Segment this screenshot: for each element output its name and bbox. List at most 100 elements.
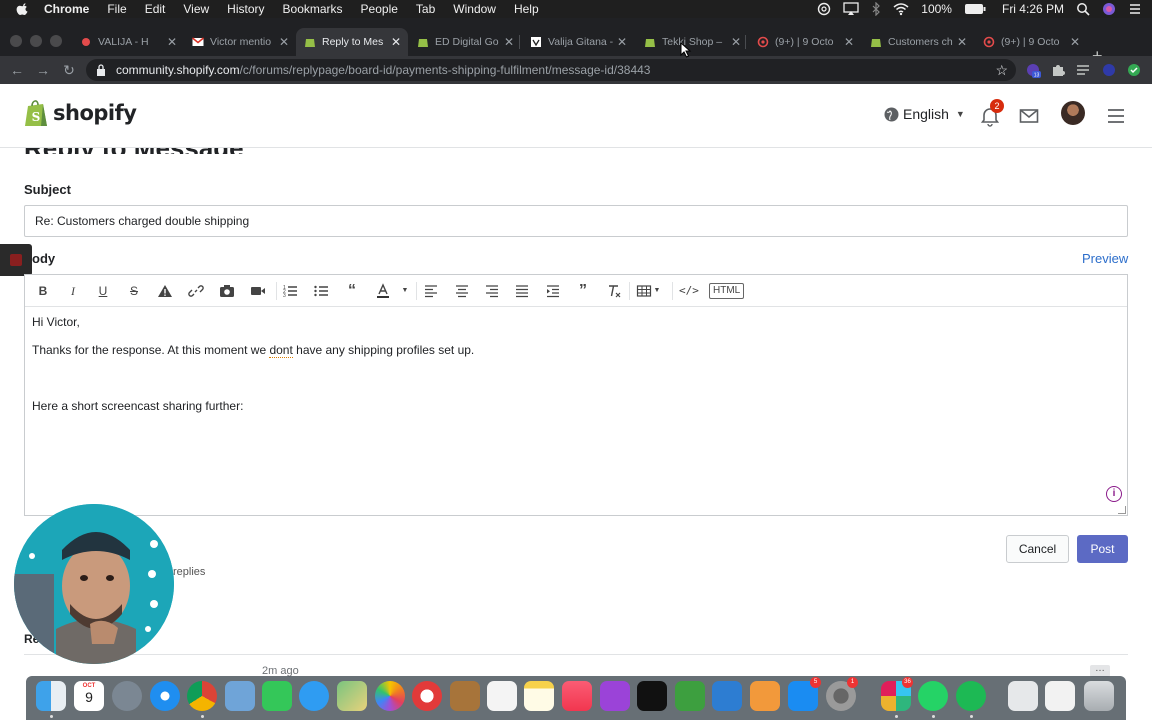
misspelled-word[interactable]: dont [269, 343, 293, 358]
shopify-logo[interactable]: S shopify [24, 99, 137, 127]
pages-icon[interactable] [750, 681, 780, 711]
battery-icon[interactable] [964, 3, 986, 15]
menu-help[interactable]: Help [514, 2, 539, 16]
back-arrow-icon[interactable]: ← [9, 62, 25, 78]
browser-tab[interactable]: ED Digital Go ✕ [409, 28, 521, 56]
spotlight-search-icon[interactable] [1076, 2, 1090, 16]
clear-formatting-icon[interactable] [606, 283, 622, 299]
browser-tab[interactable]: (9+) | 9 Octo ✕ [749, 28, 861, 56]
close-tab-icon[interactable]: ✕ [841, 35, 857, 49]
safari-compass-icon[interactable] [150, 681, 180, 711]
forward-arrow-icon[interactable]: → [35, 62, 51, 78]
browser-tab[interactable]: Tekki Shop – ✕ [636, 28, 748, 56]
whatsapp-icon[interactable] [918, 681, 948, 711]
address-bar[interactable]: community.shopify.com/c/forums/replypage… [86, 59, 1016, 81]
numbers-icon[interactable] [675, 681, 705, 711]
browser-tab[interactable]: Customers ch ✕ [862, 28, 974, 56]
text-color-icon[interactable] [375, 283, 391, 299]
recording-control[interactable] [0, 244, 32, 276]
subject-input[interactable]: Re: Customers charged double shipping [24, 205, 1128, 237]
calendar-icon[interactable]: OCT 9 [74, 681, 104, 711]
browser-tab[interactable]: VALIJA - H ✕ [72, 28, 184, 56]
browser-tab[interactable]: (9+) | 9 Octo ✕ [975, 28, 1087, 56]
airplay-icon[interactable] [843, 2, 859, 16]
stop-recording-icon[interactable] [10, 254, 22, 266]
close-tab-icon[interactable]: ✕ [388, 35, 404, 49]
menu-file[interactable]: File [107, 2, 126, 16]
notebook-icon[interactable] [450, 681, 480, 711]
user-avatar[interactable] [1061, 101, 1085, 125]
documents-stack-icon[interactable] [1045, 681, 1075, 711]
cancel-button[interactable]: Cancel [1006, 535, 1069, 563]
close-tab-icon[interactable]: ✕ [1067, 35, 1083, 49]
italic-icon[interactable]: I [65, 283, 81, 299]
preview-app-icon[interactable] [225, 681, 255, 711]
extension-green-icon[interactable] [1126, 62, 1142, 78]
browser-tab[interactable]: Victor mentio ✕ [184, 28, 296, 56]
menu-people[interactable]: People [361, 2, 398, 16]
podcasts-icon[interactable] [600, 681, 630, 711]
bluetooth-icon[interactable] [871, 2, 881, 16]
bookmark-star-icon[interactable]: ☆ [995, 62, 1008, 79]
extension-blue-icon[interactable] [1101, 62, 1117, 78]
link-icon[interactable] [188, 283, 204, 299]
menu-bookmarks[interactable]: Bookmarks [283, 2, 343, 16]
rich-text-editor[interactable]: B I U S 123 “ ▼ ” ▼ </> HTML Hi Victor, … [24, 274, 1128, 516]
close-tab-icon[interactable]: ✕ [728, 35, 744, 49]
keynote-icon[interactable] [712, 681, 742, 711]
source-code-icon[interactable]: </> [679, 283, 699, 299]
facetime-icon[interactable] [262, 681, 292, 711]
textedit-icon[interactable] [487, 681, 517, 711]
numbered-list-icon[interactable]: 123 [282, 283, 298, 299]
camera-icon[interactable] [219, 283, 235, 299]
window-minimize-button[interactable] [30, 35, 42, 47]
spoiler-warning-icon[interactable] [157, 283, 173, 299]
close-tab-icon[interactable]: ✕ [501, 35, 517, 49]
video-icon[interactable] [250, 283, 266, 299]
browser-tab[interactable]: Valija Gitana - ✕ [522, 28, 634, 56]
notes-icon[interactable] [524, 681, 554, 711]
menu-view[interactable]: View [183, 2, 209, 16]
maps-icon[interactable] [337, 681, 367, 711]
menu-app-chrome[interactable]: Chrome [44, 2, 89, 16]
underline-icon[interactable]: U [95, 283, 111, 299]
bulleted-list-icon[interactable] [313, 283, 329, 299]
lock-icon[interactable] [96, 64, 106, 76]
align-left-icon[interactable] [423, 283, 439, 299]
reload-icon[interactable]: ↻ [61, 62, 77, 78]
hamburger-menu-icon[interactable] [1105, 105, 1127, 127]
trash-icon[interactable] [1084, 681, 1114, 711]
menu-history[interactable]: History [227, 2, 264, 16]
notification-center-icon[interactable] [1128, 2, 1142, 16]
window-close-button[interactable] [10, 35, 22, 47]
extension-purple-icon[interactable]: 13 [1025, 62, 1041, 78]
resize-handle[interactable] [1118, 506, 1126, 514]
post-button[interactable]: Post [1077, 535, 1128, 563]
messages-icon[interactable] [299, 681, 329, 711]
downloads-folder-icon[interactable] [1008, 681, 1038, 711]
preview-link[interactable]: Preview [1082, 251, 1128, 266]
spotify-icon[interactable] [956, 681, 986, 711]
html-mode-button[interactable]: HTML [709, 283, 745, 299]
photos-icon[interactable] [375, 681, 405, 711]
launchpad-rocket-icon[interactable] [112, 681, 142, 711]
blockquote-icon[interactable]: “ [344, 283, 360, 299]
spiral-app-icon[interactable] [412, 681, 442, 711]
bold-icon[interactable]: B [35, 283, 51, 299]
mail-envelope-icon[interactable] [1018, 105, 1040, 127]
close-tab-icon[interactable]: ✕ [614, 35, 630, 49]
quote-marks-icon[interactable]: ” [575, 283, 591, 299]
indent-icon[interactable] [545, 283, 561, 299]
wifi-icon[interactable] [893, 2, 909, 16]
align-justify-icon[interactable] [514, 283, 530, 299]
close-tab-icon[interactable]: ✕ [164, 35, 180, 49]
grammar-assistant-icon[interactable]: i [1106, 486, 1122, 502]
text-color-dropdown-icon[interactable]: ▼ [397, 283, 413, 299]
window-zoom-button[interactable] [50, 35, 62, 47]
puzzle-extension-icon[interactable] [1050, 62, 1066, 78]
finder-icon[interactable] [36, 681, 66, 711]
chrome-icon[interactable] [187, 681, 217, 711]
close-tab-icon[interactable]: ✕ [276, 35, 292, 49]
menubar-clock[interactable]: Fri 4:26 PM [1002, 2, 1064, 16]
table-dropdown-icon[interactable]: ▼ [649, 283, 665, 299]
